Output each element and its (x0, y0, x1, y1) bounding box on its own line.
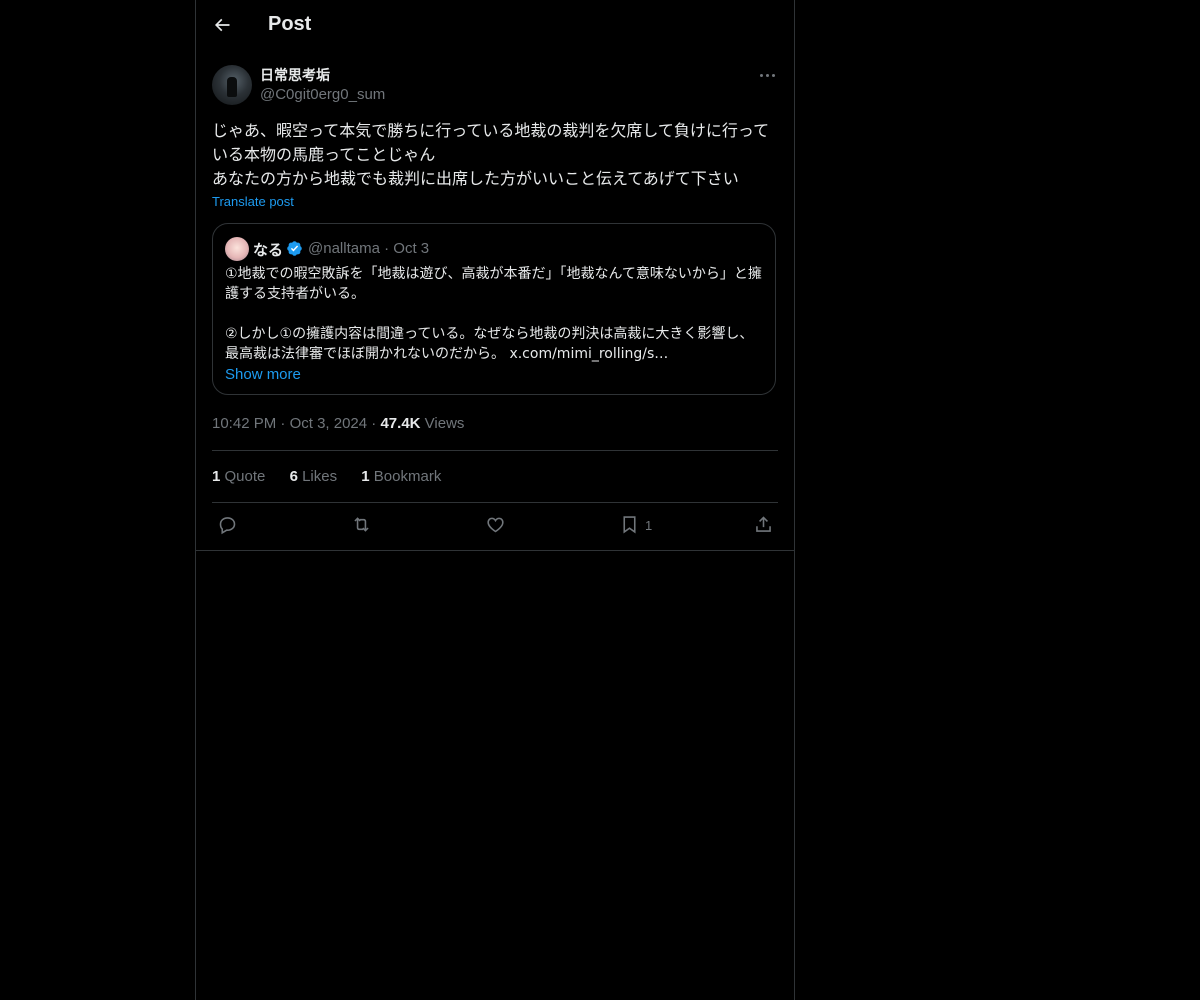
quote-date: Oct 3 (393, 240, 430, 257)
reply-button[interactable] (217, 514, 238, 540)
show-more-link[interactable]: Show more (225, 366, 301, 383)
bookmark-button[interactable]: 1 (619, 514, 652, 540)
action-bar: 1 (196, 514, 794, 540)
bookmark-icon (623, 516, 636, 534)
likes-stat[interactable]: 6 Likes (290, 468, 338, 485)
quoted-post[interactable]: なる @nalltama · Oct 3 ①地裁での暇空敗訴を「地裁は遊び、高裁… (212, 223, 776, 395)
post-date[interactable]: Oct 3, 2024 (290, 415, 368, 432)
bookmarks-stat[interactable]: 1 Bookmark (361, 468, 441, 485)
author-name[interactable]: 日常思考垢 (260, 65, 330, 85)
post-column: Post 日常思考垢 @C0git0erg0_sum じゃあ、暇空って本気で勝ち… (195, 0, 795, 1000)
author-handle[interactable]: @C0git0erg0_sum (260, 86, 385, 103)
views-count: 47.4K (380, 415, 421, 432)
quote-text: ①地裁での暇空敗訴を「地裁は遊び、高裁が本番だ」「地裁なんて意味ないから」と擁護… (225, 266, 762, 362)
verified-icon (287, 241, 302, 256)
top-bar: Post (196, 0, 794, 54)
retweet-button[interactable] (351, 514, 372, 540)
like-icon (487, 517, 504, 533)
quote-author-handle: @nalltama (308, 240, 380, 257)
share-button[interactable] (753, 514, 774, 540)
quote-avatar (225, 237, 249, 261)
quotes-stat[interactable]: 1 Quote (212, 468, 265, 485)
reply-icon (219, 517, 236, 535)
more-icon[interactable] (758, 65, 778, 85)
divider (212, 502, 778, 503)
back-button[interactable] (212, 15, 236, 39)
views-label: Views (424, 415, 465, 432)
like-button[interactable] (485, 514, 506, 540)
share-icon (756, 516, 771, 532)
page-title: Post (268, 13, 312, 35)
retweet-icon (354, 517, 369, 532)
engagement-stats: 1 Quote 6 Likes 1 Bookmark (212, 468, 461, 485)
post-meta: 10:42 PM · Oct 3, 2024 · 47.4K Views (212, 415, 465, 432)
quote-handle-date: @nalltama · Oct 3 (308, 240, 430, 257)
translate-post-link[interactable]: Translate post (212, 194, 294, 209)
bookmark-count: 1 (645, 518, 653, 533)
quote-author-name: なる (253, 241, 284, 259)
post-time[interactable]: 10:42 PM (212, 415, 276, 432)
tweet-text: じゃあ、暇空って本気で勝ちに行っている地裁の裁判を欠席して負けに行っている本物の… (212, 121, 770, 188)
divider (212, 450, 778, 451)
divider (196, 550, 794, 551)
back-arrow-icon (214, 18, 230, 32)
author-avatar[interactable] (212, 65, 252, 105)
